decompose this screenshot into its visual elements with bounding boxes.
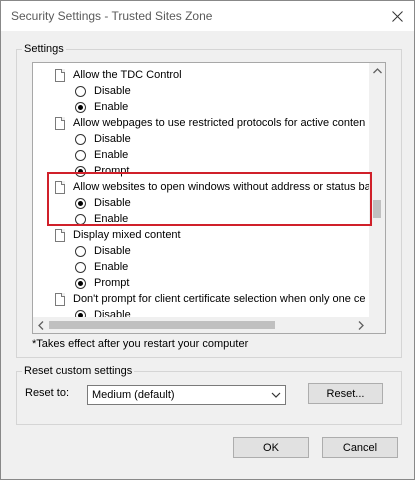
radio-label: Disable (94, 245, 131, 257)
radio-label: Enable (94, 101, 129, 113)
settings-list: Allow the TDC Control Disable Enable Allow … (33, 63, 369, 317)
setting-item: Don't prompt for client certificate sele… (55, 291, 366, 307)
scrollbar-corner (369, 317, 385, 333)
document-icon (55, 292, 65, 306)
scroll-left-arrow-icon[interactable] (33, 317, 49, 333)
radio-option[interactable]: Disable (75, 131, 131, 147)
reset-level-value: Medium (default) (92, 389, 175, 401)
setting-label: Allow websites to open windows without a… (73, 181, 369, 193)
setting-item: Allow webpages to use restricted protoco… (55, 115, 365, 131)
reset-group-label: Reset custom settings (22, 365, 135, 377)
vertical-scroll-thumb[interactable] (373, 200, 381, 218)
document-icon (55, 68, 65, 82)
reset-to-label: Reset to: (25, 387, 70, 399)
radio-option[interactable]: Disable (75, 195, 131, 211)
radio-option[interactable]: Enable (75, 99, 128, 115)
scroll-up-arrow-icon[interactable] (369, 63, 385, 79)
radio-button[interactable] (75, 213, 86, 225)
document-icon (55, 180, 65, 194)
setting-label: Allow the TDC Control (73, 69, 182, 81)
document-icon (55, 116, 65, 130)
radio-option[interactable]: Prompt (75, 163, 129, 179)
radio-option[interactable]: Disable (75, 307, 131, 317)
radio-label: Prompt (94, 165, 130, 177)
settings-group-label: Settings (22, 43, 66, 55)
radio-button[interactable] (75, 165, 86, 177)
radio-label: Enable (94, 261, 129, 273)
radio-option[interactable]: Disable (75, 83, 131, 99)
close-button[interactable] (380, 1, 414, 31)
radio-label: Disable (94, 85, 131, 97)
radio-button[interactable] (75, 85, 86, 97)
radio-label: Prompt (94, 277, 130, 289)
security-settings-dialog: Security Settings - Trusted Sites Zone S… (0, 0, 415, 480)
radio-label: Enable (94, 213, 129, 225)
settings-tree[interactable]: Allow the TDC Control Disable Enable Allow … (32, 62, 386, 334)
setting-label: Display mixed content (73, 229, 181, 241)
document-icon (55, 228, 65, 242)
radio-option[interactable]: Enable (75, 259, 128, 275)
radio-button[interactable] (75, 245, 86, 257)
setting-item: Display mixed content (55, 227, 181, 243)
vertical-scrollbar[interactable] (369, 63, 385, 317)
setting-label: Allow webpages to use restricted protoco… (73, 117, 366, 129)
restart-note: *Takes effect after you restart your com… (32, 338, 249, 350)
radio-button[interactable] (75, 309, 86, 317)
radio-label: Disable (94, 133, 131, 145)
reset-button[interactable]: Reset... (308, 383, 383, 404)
chevron-down-icon (271, 392, 281, 398)
setting-item: Allow the TDC Control (55, 67, 182, 83)
radio-button[interactable] (75, 197, 86, 209)
radio-option[interactable]: Prompt (75, 275, 129, 291)
radio-button[interactable] (75, 101, 86, 113)
radio-button[interactable] (75, 261, 86, 273)
setting-item: Allow websites to open windows without a… (55, 179, 369, 195)
title-bar: Security Settings - Trusted Sites Zone (1, 1, 414, 31)
radio-button[interactable] (75, 149, 86, 161)
radio-button[interactable] (75, 277, 86, 289)
radio-button[interactable] (75, 133, 86, 145)
horizontal-scroll-thumb[interactable] (49, 321, 275, 329)
setting-label: Don't prompt for client certificate sele… (73, 293, 366, 305)
radio-label: Disable (94, 309, 131, 317)
window-title: Security Settings - Trusted Sites Zone (11, 9, 213, 23)
cancel-button[interactable]: Cancel (322, 437, 398, 458)
scroll-right-arrow-icon[interactable] (353, 317, 369, 333)
radio-option[interactable]: Disable (75, 243, 131, 259)
horizontal-scrollbar[interactable] (33, 317, 369, 333)
radio-label: Enable (94, 149, 129, 161)
ok-button[interactable]: OK (233, 437, 309, 458)
radio-label: Disable (94, 197, 131, 209)
radio-option[interactable]: Enable (75, 211, 128, 227)
radio-option[interactable]: Enable (75, 147, 128, 163)
close-icon (391, 10, 403, 22)
reset-level-select[interactable]: Medium (default) (87, 385, 286, 405)
